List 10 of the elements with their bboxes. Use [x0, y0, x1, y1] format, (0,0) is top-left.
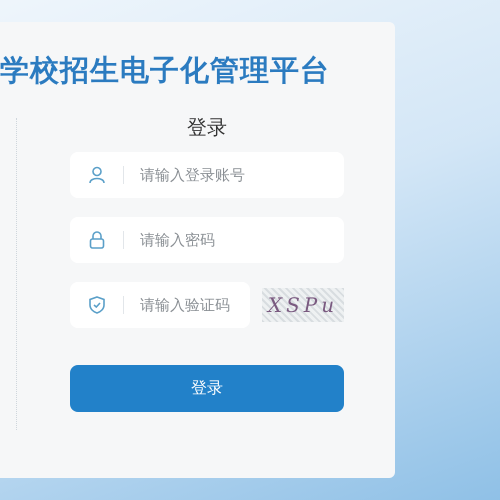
- platform-title: 学校招生电子化管理平台: [0, 52, 331, 89]
- input-field[interactable]: 请输入登录账号: [140, 166, 250, 184]
- lock-icon: [87, 230, 107, 250]
- login-heading: 登录: [186, 114, 228, 141]
- input-field[interactable]: 请输入验证码: [140, 296, 250, 314]
- input-field[interactable]: 请输入密码: [140, 231, 250, 249]
- login-button[interactable]: 登录: [70, 365, 344, 412]
- shield-icon: [87, 295, 107, 315]
- captcha-image[interactable]: XSPu: [262, 288, 344, 322]
- user-icon: [87, 165, 107, 185]
